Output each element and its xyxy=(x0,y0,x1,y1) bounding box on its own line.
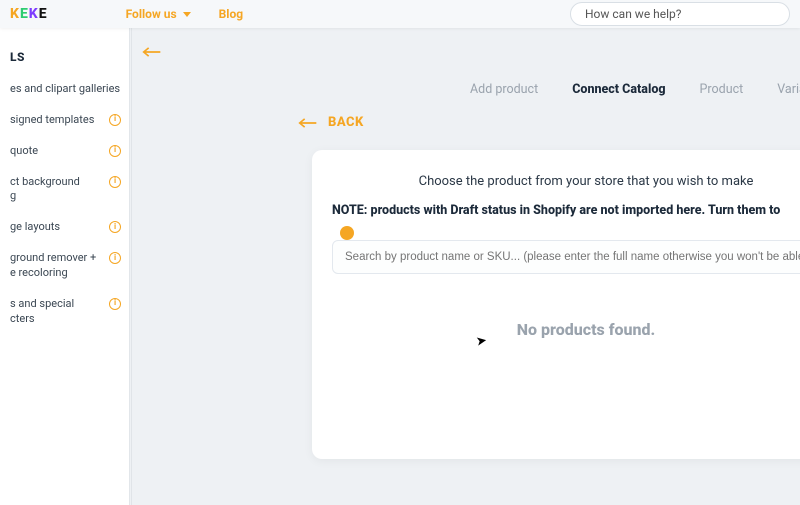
sidebar-item-label: ge layouts xyxy=(10,220,103,235)
blog-label: Blog xyxy=(219,7,243,21)
sidebar-item[interactable]: ct background g i xyxy=(0,167,129,213)
vertical-divider xyxy=(131,28,132,505)
logo-char: E xyxy=(39,6,46,22)
cursor-icon: ➤ xyxy=(475,333,488,350)
product-search-input[interactable] xyxy=(332,240,800,274)
follow-us-label: Follow us xyxy=(126,7,177,21)
follow-us-link[interactable]: Follow us xyxy=(126,7,191,21)
info-icon[interactable]: i xyxy=(109,176,121,188)
logo-char: K xyxy=(29,6,37,22)
back-button[interactable]: BACK xyxy=(298,115,364,130)
top-bar: K E K E Follow us Blog How can we help? xyxy=(0,0,800,28)
empty-state-text: No products found. xyxy=(332,320,800,339)
help-search[interactable]: How can we help? xyxy=(570,2,790,26)
sidebar: LS es and clipart galleries signed templa… xyxy=(0,28,130,505)
step-product[interactable]: Product xyxy=(700,82,744,97)
step-connect-catalog[interactable]: Connect Catalog xyxy=(572,82,665,97)
sidebar-item-label: signed templates xyxy=(10,113,103,128)
blog-link[interactable]: Blog xyxy=(219,7,243,21)
sidebar-title: LS xyxy=(0,44,129,74)
sidebar-item[interactable]: s and special cters i xyxy=(0,289,129,335)
logo: K E K E xyxy=(10,6,46,22)
sidebar-item[interactable]: signed templates i xyxy=(0,105,129,136)
sidebar-item-label: ground remover + e recoloring xyxy=(10,251,103,281)
sidebar-item[interactable]: es and clipart galleries xyxy=(0,74,129,105)
sidebar-item-label: ct background g xyxy=(10,175,103,205)
arrow-left-icon xyxy=(298,117,318,129)
logo-char: E xyxy=(20,6,27,22)
sidebar-item[interactable]: quotei xyxy=(0,136,129,167)
help-search-placeholder: How can we help? xyxy=(585,7,681,21)
info-icon[interactable]: i xyxy=(109,252,121,264)
step-add-product[interactable]: Add product xyxy=(470,82,538,97)
sidebar-item-label: es and clipart galleries xyxy=(10,82,121,97)
top-nav: Follow us Blog xyxy=(126,7,244,21)
collapse-sidebar-button[interactable] xyxy=(142,42,162,63)
info-icon[interactable]: i xyxy=(109,114,121,126)
loading-dot-icon xyxy=(340,226,354,240)
info-icon[interactable]: i xyxy=(109,145,121,157)
sidebar-item-label: quote xyxy=(10,144,103,159)
step-nav: Add product Connect Catalog Product Variati… xyxy=(470,82,800,97)
arrow-left-icon xyxy=(142,46,162,58)
chevron-down-icon xyxy=(183,12,191,17)
card-note-text: NOTE: products with Draft status in Shop… xyxy=(332,203,800,218)
info-icon[interactable]: i xyxy=(109,298,121,310)
sidebar-item[interactable]: ge layouts i xyxy=(0,212,129,243)
info-icon[interactable]: i xyxy=(109,221,121,233)
catalog-card: Choose the product from your store that … xyxy=(312,150,800,459)
back-label: BACK xyxy=(328,115,364,130)
card-lead-text: Choose the product from your store that … xyxy=(332,174,800,189)
sidebar-item-label: s and special cters xyxy=(10,297,103,327)
sidebar-item[interactable]: ground remover + e recoloring i xyxy=(0,243,129,289)
step-variatio[interactable]: Variatio xyxy=(777,82,800,97)
logo-char: K xyxy=(10,6,18,22)
